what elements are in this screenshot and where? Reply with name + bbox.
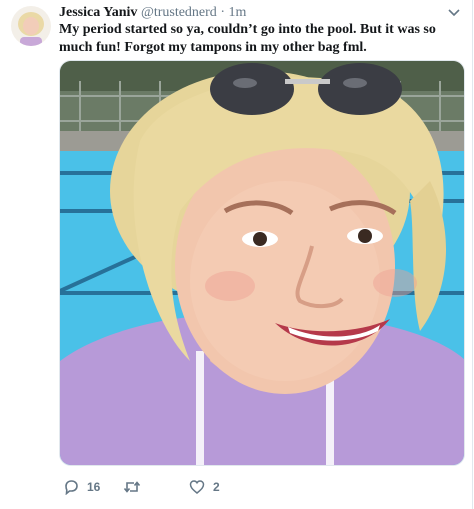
chevron-down-icon[interactable]: [446, 6, 462, 20]
author-name[interactable]: Jessica Yaniv: [59, 5, 137, 20]
retweet-button[interactable]: [123, 476, 149, 498]
tweet-media[interactable]: [59, 60, 465, 466]
avatar[interactable]: [11, 6, 51, 46]
reply-button[interactable]: 16: [63, 476, 100, 498]
reply-icon: [65, 480, 78, 495]
header-separator: ·: [220, 5, 225, 20]
reply-count: 16: [87, 480, 101, 494]
tweet-card[interactable]: Jessica Yaniv @trustednerd · 1m My perio…: [0, 0, 473, 509]
heart-icon: [189, 480, 205, 494]
avatar-image: [11, 6, 51, 46]
selfie-photo: [60, 61, 464, 465]
like-count: 2: [213, 480, 220, 494]
like-button[interactable]: 2: [189, 476, 220, 498]
tweet-header: Jessica Yaniv @trustednerd · 1m: [59, 4, 246, 22]
retweet-icon: [123, 481, 141, 493]
tweet-timestamp[interactable]: 1m: [228, 5, 246, 20]
author-handle[interactable]: @trustednerd: [141, 5, 217, 20]
tweet-actions: 16 2: [59, 476, 459, 498]
tweet-text: My period started so ya, couldn’t go int…: [59, 22, 436, 55]
